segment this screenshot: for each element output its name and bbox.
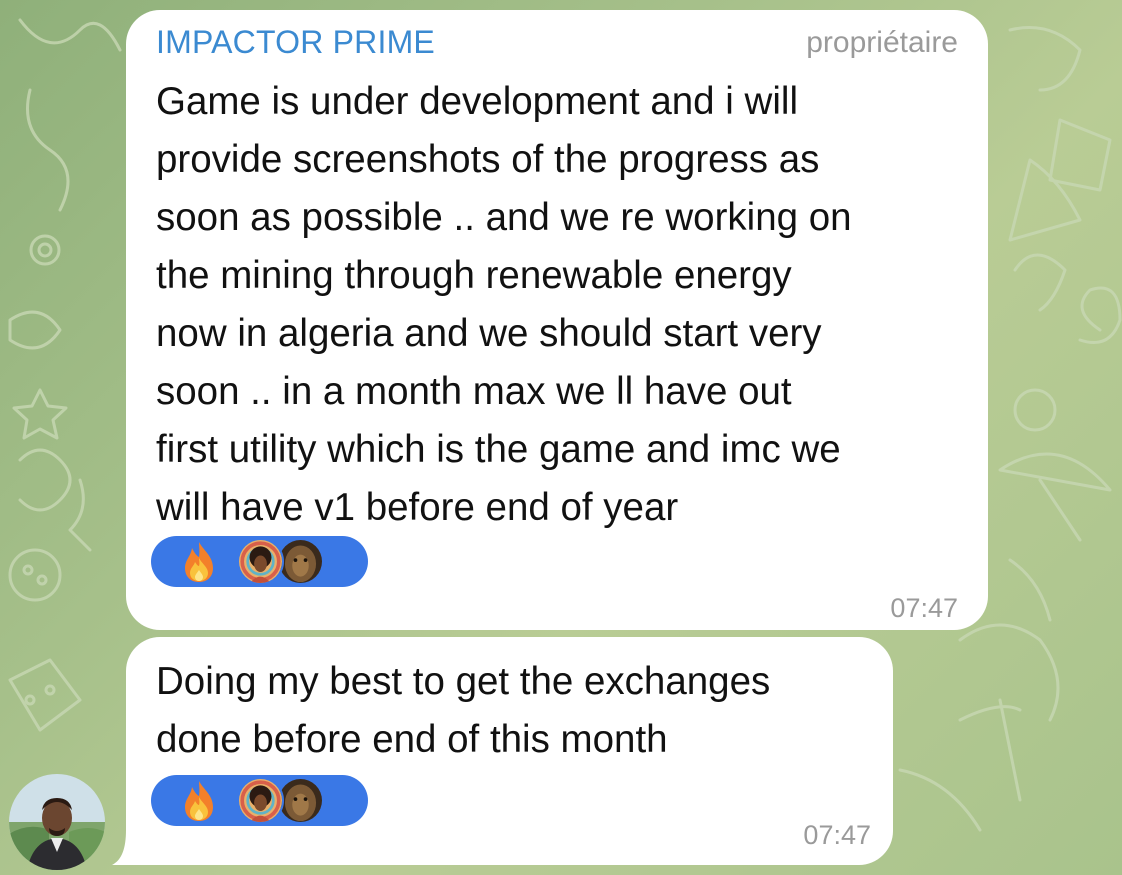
reactor-avatar	[277, 538, 324, 585]
fire-emoji-icon	[185, 780, 213, 821]
reaction-pill[interactable]	[151, 536, 368, 587]
sender-name[interactable]: IMPACTOR PRIME	[156, 24, 435, 61]
message-bubble[interactable]: IMPACTOR PRIME propriétaire Game is unde…	[126, 10, 988, 630]
reactor-avatars	[237, 538, 337, 585]
message-bubble[interactable]: Doing my best to get the exchanges done …	[126, 637, 893, 865]
reactor-avatar	[237, 777, 284, 824]
sender-role-badge: propriétaire	[806, 26, 958, 59]
bubble-tail	[112, 830, 150, 865]
reactor-avatar	[237, 538, 284, 585]
message-text: Doing my best to get the exchanges done …	[156, 660, 771, 761]
fire-emoji-icon	[185, 541, 213, 582]
sender-avatar[interactable]	[9, 774, 105, 870]
message-time: 07:47	[890, 593, 958, 623]
reactor-avatars	[237, 777, 337, 824]
reactor-avatar	[277, 777, 324, 824]
message-text: Game is under development and i will pro…	[156, 80, 852, 529]
message-time: 07:47	[803, 820, 871, 850]
reaction-pill[interactable]	[151, 775, 368, 826]
